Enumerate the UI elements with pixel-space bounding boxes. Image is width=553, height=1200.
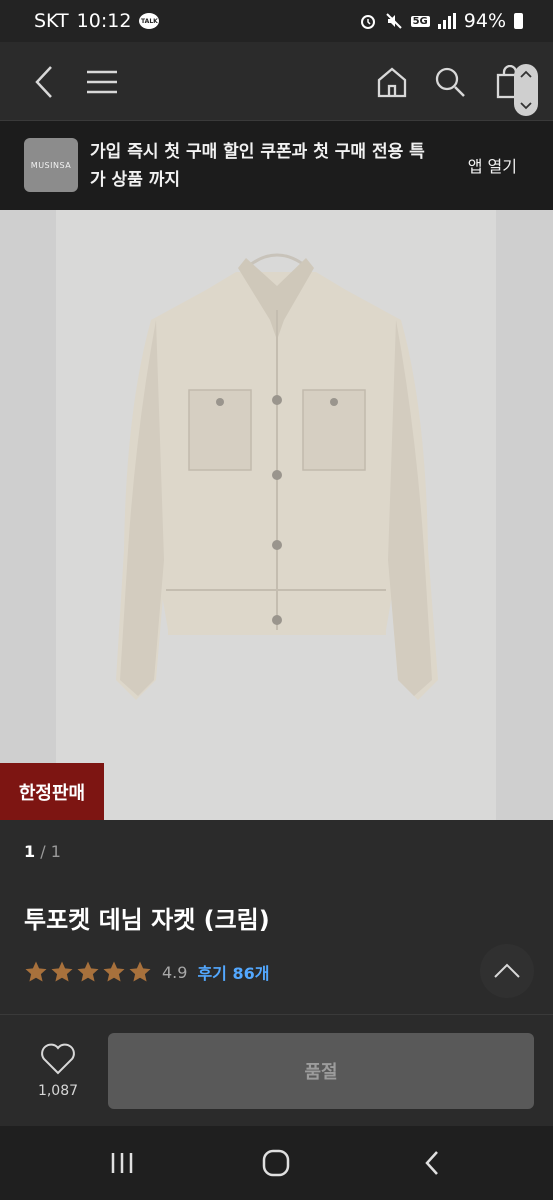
mute-icon	[385, 13, 402, 29]
scroll-to-top-button[interactable]	[480, 944, 534, 998]
top-nav	[0, 42, 553, 120]
limited-sale-badge: 한정판매	[0, 763, 104, 820]
banner-message: 가입 즉시 첫 구매 할인 쿠폰과 첫 구매 전용 특가 상품 까지	[90, 142, 425, 190]
status-right: 5G 94%	[359, 10, 523, 32]
chevron-up-icon	[494, 963, 520, 978]
home-button-icon[interactable]	[256, 1146, 296, 1180]
pager-total: 1	[50, 842, 61, 861]
star-icon	[103, 961, 125, 982]
star-icon	[51, 961, 73, 982]
battery-icon	[514, 13, 523, 29]
home-icon[interactable]	[372, 62, 412, 102]
star-rating	[24, 960, 152, 984]
product-image[interactable]: 한정판매	[0, 210, 553, 820]
status-left: SKT 10:12 TALK	[34, 10, 160, 32]
pager-current: 1	[24, 842, 36, 861]
like-count: 1,087	[37, 1083, 79, 1099]
soldout-button[interactable]: 품절	[108, 1033, 534, 1109]
clock: 10:12	[76, 10, 132, 32]
alarm-icon	[360, 15, 375, 29]
star-icon	[129, 961, 151, 982]
system-back-icon[interactable]	[412, 1146, 452, 1180]
pager-separator: /	[40, 842, 46, 861]
rating-score: 4.9	[162, 962, 188, 982]
talk-notification-icon: TALK	[139, 13, 160, 29]
rating-row: 4.9 후기 86개	[24, 960, 269, 984]
musinsa-logo: MUSINSA	[24, 138, 78, 192]
product-photo-area	[56, 210, 496, 820]
signal-icon	[437, 13, 456, 29]
menu-icon[interactable]	[82, 62, 122, 102]
jacket-illustration	[116, 253, 438, 700]
like-button[interactable]: 1,087	[30, 1043, 86, 1099]
heart-icon	[41, 1043, 75, 1075]
network-type: 5G	[410, 15, 430, 27]
image-pager: 1 / 1	[24, 842, 61, 861]
star-icon	[77, 961, 99, 982]
scroll-handle[interactable]	[514, 64, 538, 116]
chevron-down-icon	[520, 102, 532, 110]
app-install-banner[interactable]: MUSINSA 가입 즉시 첫 구매 할인 쿠폰과 첫 구매 전용 특가 상품 …	[0, 120, 553, 210]
star-icon	[25, 961, 47, 982]
search-icon[interactable]	[430, 62, 470, 102]
review-count-link[interactable]: 후기 86개	[197, 960, 269, 984]
chevron-up-icon	[520, 70, 532, 78]
status-bar: SKT 10:12 TALK 5G 94%	[0, 0, 553, 42]
purchase-footer: 1,087 품절	[0, 1014, 553, 1126]
system-nav-bar	[0, 1126, 553, 1200]
product-title: 투포켓 데님 자켓 (크림)	[24, 906, 270, 934]
back-icon[interactable]	[24, 62, 64, 102]
recent-apps-icon[interactable]	[102, 1146, 142, 1180]
battery-percent: 94%	[463, 10, 506, 32]
carrier: SKT	[34, 10, 69, 32]
open-app-button[interactable]: 앱 열기	[468, 153, 517, 177]
